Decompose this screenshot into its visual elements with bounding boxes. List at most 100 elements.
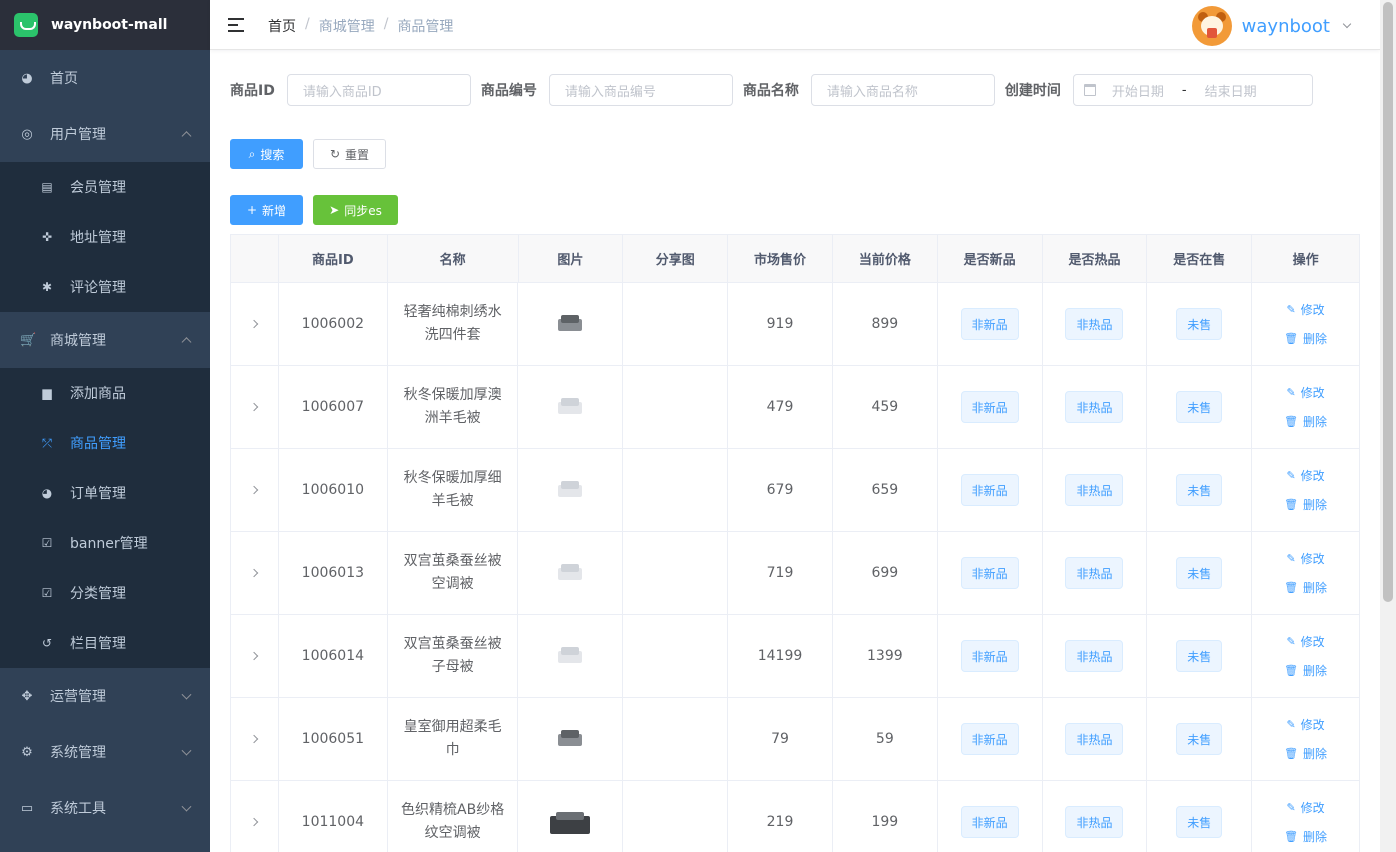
sidebar-menu: ◕ 首页 ◎ 用户管理 ▤ 会员管理 ✜ 地址管理 ✱ 评论管理 🛒 商城管理 ▆ 添加商品 ⤱ 商品管理 ◕ 订… [0,50,210,836]
scrollbar-thumb[interactable] [1383,2,1393,602]
delete-button[interactable]: 🗑 删除 [1284,828,1327,845]
actions-cell: ✎ 修改 🗑 删除 [1252,781,1359,852]
sidebar-subitem-2-2[interactable]: ◕ 订单管理 [0,468,210,518]
sidebar-item-5[interactable]: ▭ 系统工具 [0,780,210,836]
trash-icon: 🗑 [1284,415,1299,428]
expand-cell[interactable] [231,615,279,697]
edit-button[interactable]: ✎ 修改 [1286,467,1324,484]
add-button[interactable]: + 新增 [230,195,303,225]
sidebar-subitem-2-5[interactable]: ↺ 栏目管理 [0,618,210,668]
sidebar-item-1[interactable]: ◎ 用户管理 [0,106,210,162]
edit-button[interactable]: ✎ 修改 [1286,799,1324,816]
goods-thumbnail[interactable] [555,560,585,586]
expand-cell[interactable] [231,532,279,614]
goods-thumbnail[interactable] [550,806,591,838]
breadcrumb-home[interactable]: 首页 [268,16,296,36]
refresh-icon: ↻ [329,147,341,161]
image-cell [518,698,624,780]
goods-thumbnail[interactable] [555,726,585,752]
table-row: 1006014 双宫茧桑蚕丝被子母被 14199 1399 非新品 非热品 未售 ✎ 修改 🗑 删除 [231,615,1359,698]
chevron-right-icon[interactable] [250,651,259,661]
sidebar-item-0[interactable]: ◕ 首页 [0,50,210,106]
sidebar-subitem-2-3[interactable]: ☑ banner管理 [0,518,210,568]
chevron-right-icon[interactable] [250,402,259,412]
sidebar-subitem-2-4[interactable]: ☑ 分类管理 [0,568,210,618]
expand-cell[interactable] [231,781,279,852]
status-badge: 非热品 [1065,308,1124,340]
goods-name-input[interactable]: 请输入商品名称 [810,74,995,106]
submenu: ▆ 添加商品 ⤱ 商品管理 ◕ 订单管理 ☑ banner管理 ☑ 分类管理 ↺ 栏目管理 [0,368,210,668]
share-image-cell [623,449,729,531]
content: 商品ID 请输入商品ID 商品编号 请输入商品编号 商品名称 请输入商品名称 创… [210,50,1380,852]
image-cell [518,449,624,531]
delete-button[interactable]: 🗑 删除 [1284,579,1327,596]
delete-button[interactable]: 🗑 删除 [1284,496,1327,513]
status-badge: 非新品 [960,308,1019,340]
delete-button[interactable]: 🗑 删除 [1284,330,1327,347]
expand-cell[interactable] [231,283,279,365]
expand-cell[interactable] [231,449,279,531]
sidebar-item-3[interactable]: ✥ 运营管理 [0,668,210,724]
edit-icon: ✎ [1286,718,1296,731]
date-range-picker[interactable]: 开始日期 - 结束日期 [1072,74,1313,106]
chevron-right-icon[interactable] [250,485,259,495]
is-new-cell: 非新品 [938,366,1043,448]
delete-button[interactable]: 🗑 删除 [1284,745,1327,762]
expand-cell[interactable] [231,366,279,448]
delete-button[interactable]: 🗑 删除 [1284,662,1327,679]
table-row: 1006051 皇室御用超柔毛巾 79 59 非新品 非热品 未售 ✎ 修改 🗑 删除 [231,698,1359,781]
submenu: ▤ 会员管理 ✜ 地址管理 ✱ 评论管理 [0,162,210,312]
sidebar-item-2[interactable]: 🛒 商城管理 [0,312,210,368]
chevron-right-icon[interactable] [250,817,259,827]
hamburger-icon[interactable] [228,18,244,32]
scrollbar[interactable] [1380,0,1396,852]
sidebar-item-4[interactable]: ⚙ 系统管理 [0,724,210,780]
goods-name-cell: 色织精梳AB纱格纹空调被 [388,781,519,852]
sidebar-subitem-label: banner管理 [70,536,148,552]
search-form: 商品ID 请输入商品ID 商品编号 请输入商品编号 商品名称 请输入商品名称 创… [230,74,1360,106]
goods-id-input[interactable]: 请输入商品ID [286,74,471,106]
sync-es-button[interactable]: ➤ 同步es [313,195,398,225]
sidebar-item-label: 系统工具 [50,801,106,817]
sidebar-subitem-2-1[interactable]: ⤱ 商品管理 [0,418,210,468]
start-date-input[interactable]: 开始日期 [1112,81,1164,100]
is-new-cell: 非新品 [938,283,1043,365]
chevron-right-icon[interactable] [250,734,259,744]
sidebar-subitem-1-2[interactable]: ✱ 评论管理 [0,262,210,312]
goods-thumbnail[interactable] [555,477,585,503]
search-button[interactable]: ⌕ 搜索 [230,139,303,169]
goods-id-cell: 1006007 [279,366,388,448]
goods-thumbnail[interactable] [555,311,585,337]
goods-sn-input[interactable]: 请输入商品编号 [548,74,733,106]
chevron-down-icon [181,745,192,756]
column-header: 分享图 [623,235,729,282]
goods-thumbnail[interactable] [555,394,585,420]
chevron-right-icon[interactable] [250,319,259,329]
user-dropdown[interactable]: waynboot [1191,6,1352,46]
edit-button[interactable]: ✎ 修改 [1286,716,1324,733]
delete-button[interactable]: 🗑 删除 [1284,413,1327,430]
sidebar-subitem-1-1[interactable]: ✜ 地址管理 [0,212,210,262]
goods-thumbnail[interactable] [555,643,585,669]
edit-button[interactable]: ✎ 修改 [1286,384,1324,401]
market-price-cell: 14199 [728,615,833,697]
edit-button[interactable]: ✎ 修改 [1286,550,1324,567]
sidebar-subitem-1-0[interactable]: ▤ 会员管理 [0,162,210,212]
calendar-icon [1083,84,1096,96]
reset-button[interactable]: ↻ 重置 [313,139,386,169]
edit-button[interactable]: ✎ 修改 [1286,633,1324,650]
chevron-right-icon[interactable] [250,568,259,578]
end-date-input[interactable]: 结束日期 [1205,81,1257,100]
sidebar-subitem-2-0[interactable]: ▆ 添加商品 [0,368,210,418]
table-row: 1006002 轻奢纯棉刺绣水洗四件套 919 899 非新品 非热品 未售 ✎ 修改 🗑 删除 [231,283,1359,366]
share-image-cell [623,366,729,448]
logo[interactable]: waynboot-mall [0,0,210,50]
goods-name-label: 商品名称 [742,83,799,99]
share-image-cell [623,615,729,697]
edit-button[interactable]: ✎ 修改 [1286,301,1324,318]
status-badge: 非新品 [960,474,1019,506]
expand-cell[interactable] [231,698,279,780]
status-badge: 非新品 [960,723,1019,755]
is-hot-cell: 非热品 [1043,698,1148,780]
price-cell: 899 [833,283,938,365]
